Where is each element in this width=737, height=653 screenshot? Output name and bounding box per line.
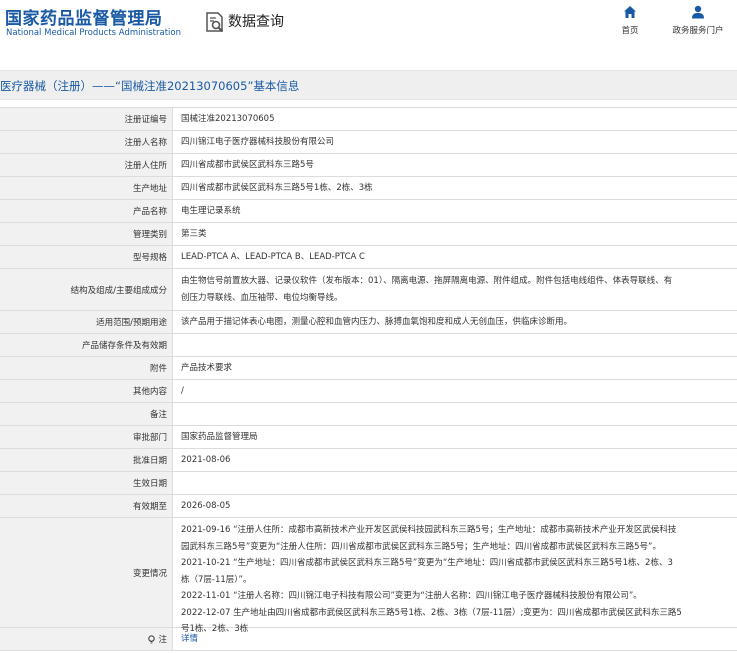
row-label: 其他内容 bbox=[0, 380, 173, 402]
table-row: 注 详情 bbox=[0, 628, 737, 651]
row-value: 国械注准20213070605 bbox=[181, 114, 275, 124]
row-label: 审批部门 bbox=[0, 426, 173, 448]
table-row: 生效日期 bbox=[0, 472, 737, 495]
table-row: 备注 bbox=[0, 403, 737, 426]
home-icon bbox=[624, 6, 636, 18]
row-label: 附件 bbox=[0, 357, 173, 379]
row-value: 四川省成都市武侯区武科东三路5号 bbox=[181, 160, 314, 170]
row-value: 四川锦江电子医疗器械科技股份有限公司 bbox=[181, 137, 335, 147]
note-label: 注 bbox=[0, 628, 173, 650]
row-label: 产品储存条件及有效期 bbox=[0, 334, 173, 356]
row-value-line: 由生物信号前置放大器、记录仪软件（发布版本：01）、隔离电源、拖屏隔离电源、附件… bbox=[181, 276, 673, 286]
record-title-bar: 医疗器械（注册）——“国械注准20213070605”基本信息 bbox=[0, 70, 737, 100]
row-label: 生产地址 bbox=[0, 177, 173, 199]
change-history-line: 园武科东三路5号”变更为“注册人住所：四川省成都市武侯区武科东三路5号；生产地址… bbox=[181, 541, 661, 552]
lightbulb-icon bbox=[148, 634, 156, 643]
row-label: 管理类别 bbox=[0, 223, 173, 245]
site-logo-subtitle: National Medical Products Administration bbox=[6, 28, 181, 38]
nav-home[interactable]: 首页 bbox=[619, 5, 641, 36]
nav-service-label: 政务服务门户 bbox=[672, 26, 724, 36]
table-row: 管理类别 第三类 bbox=[0, 223, 737, 246]
nav-service-portal[interactable]: 政务服务门户 bbox=[667, 5, 729, 36]
row-value: 四川省成都市武侯区武科东三路5号1栋、2栋、3栋 bbox=[181, 183, 373, 193]
row-value: 国家药品监督管理局 bbox=[181, 432, 258, 442]
table-row: 结构及组成/主要组成成分 由生物信号前置放大器、记录仪软件（发布版本：01）、隔… bbox=[0, 269, 737, 311]
change-history-line: 栋（7层-11层）”。 bbox=[181, 574, 252, 585]
table-row: 注册证编号 国械注准20213070605 bbox=[0, 108, 737, 131]
change-history-line: 2022-12-07 生产地址由四川省成都市武侯区武科东三路5号1栋、2栋、3栋… bbox=[181, 607, 682, 618]
row-value: 详情 bbox=[173, 628, 737, 650]
note-label-text: 注 bbox=[158, 635, 167, 645]
row-value: 由生物信号前置放大器、记录仪软件（发布版本：01）、隔离电源、拖屏隔离电源、附件… bbox=[173, 269, 737, 310]
row-label: 结构及组成/主要组成成分 bbox=[0, 269, 173, 310]
site-logo-title[interactable]: 国家药品监督管理局 bbox=[5, 4, 163, 29]
change-history: 2021-09-16 “注册人住所：成都市高新技术产业开发区武侯科技园武科东三路… bbox=[173, 518, 737, 634]
table-row: 生产地址 四川省成都市武侯区武科东三路5号1栋、2栋、3栋 bbox=[0, 177, 737, 200]
row-label: 有效期至 bbox=[0, 495, 173, 517]
row-value: / bbox=[181, 386, 184, 396]
detail-table: 注册证编号 国械注准20213070605 注册人名称 四川锦江电子医疗器械科技… bbox=[0, 107, 737, 651]
row-label: 注册人住所 bbox=[0, 154, 173, 176]
row-value: 产品技术要求 bbox=[181, 363, 233, 373]
table-row: 其他内容 / bbox=[0, 380, 737, 403]
table-row: 注册人名称 四川锦江电子医疗器械科技股份有限公司 bbox=[0, 131, 737, 154]
row-value: 第三类 bbox=[181, 229, 207, 239]
change-history-line: 2021-09-16 “注册人住所：成都市高新技术产业开发区武侯科技园武科东三路… bbox=[181, 525, 677, 535]
table-row: 附件 产品技术要求 bbox=[0, 357, 737, 380]
row-label: 产品名称 bbox=[0, 200, 173, 222]
table-row: 产品储存条件及有效期 bbox=[0, 334, 737, 357]
row-label: 变更情况 bbox=[0, 518, 173, 627]
row-value: 电生理记录系统 bbox=[181, 206, 241, 216]
change-history-line: 2022-11-01 “注册人名称：四川锦江电子科技有限公司”变更为“注册人名称… bbox=[181, 591, 642, 601]
row-label: 批准日期 bbox=[0, 449, 173, 471]
nav-home-label: 首页 bbox=[621, 26, 639, 36]
row-label: 注册证编号 bbox=[0, 108, 173, 130]
change-history-line: 2021-10-21 “生产地址：四川省成都市武侯区武科东三路5号”变更为“生产… bbox=[181, 558, 673, 568]
site-header: 国家药品监督管理局 National Medical Products Admi… bbox=[0, 0, 737, 55]
row-value bbox=[173, 472, 737, 494]
row-label: 型号规格 bbox=[0, 246, 173, 268]
row-value: 该产品用于描记体表心电图，测量心腔和血管内压力、脉搏血氧饱和度和成人无创血压，供… bbox=[181, 317, 573, 327]
table-row: 批准日期 2021-08-06 bbox=[0, 449, 737, 472]
section-title: 数据查询 bbox=[228, 14, 284, 30]
row-value: LEAD-PTCA A、LEAD-PTCA B、LEAD-PTCA C bbox=[181, 252, 365, 262]
details-link[interactable]: 详情 bbox=[181, 631, 198, 647]
table-row: 审批部门 国家药品监督管理局 bbox=[0, 426, 737, 449]
user-icon bbox=[692, 5, 704, 19]
table-row: 变更情况 2021-09-16 “注册人住所：成都市高新技术产业开发区武侯科技园… bbox=[0, 518, 737, 634]
row-value bbox=[173, 403, 737, 425]
row-label: 适用范围/预期用途 bbox=[0, 311, 173, 333]
row-label: 备注 bbox=[0, 403, 173, 425]
table-row: 适用范围/预期用途 该产品用于描记体表心电图，测量心腔和血管内压力、脉搏血氧饱和… bbox=[0, 311, 737, 334]
data-query-icon bbox=[206, 12, 224, 33]
record-title: 医疗器械（注册）——“国械注准20213070605”基本信息 bbox=[0, 79, 300, 93]
row-value: 2026-08-05 bbox=[181, 501, 231, 511]
row-value bbox=[173, 334, 737, 356]
table-row: 注册人住所 四川省成都市武侯区武科东三路5号 bbox=[0, 154, 737, 177]
table-row: 产品名称 电生理记录系统 bbox=[0, 200, 737, 223]
row-label: 注册人名称 bbox=[0, 131, 173, 153]
table-row: 型号规格 LEAD-PTCA A、LEAD-PTCA B、LEAD-PTCA C bbox=[0, 246, 737, 269]
row-label: 生效日期 bbox=[0, 472, 173, 494]
table-row: 有效期至 2026-08-05 bbox=[0, 495, 737, 518]
row-value-line: 创压力导联线、血压袖带、电位均衡导线。 bbox=[181, 292, 343, 303]
row-value: 2021-08-06 bbox=[181, 455, 231, 465]
